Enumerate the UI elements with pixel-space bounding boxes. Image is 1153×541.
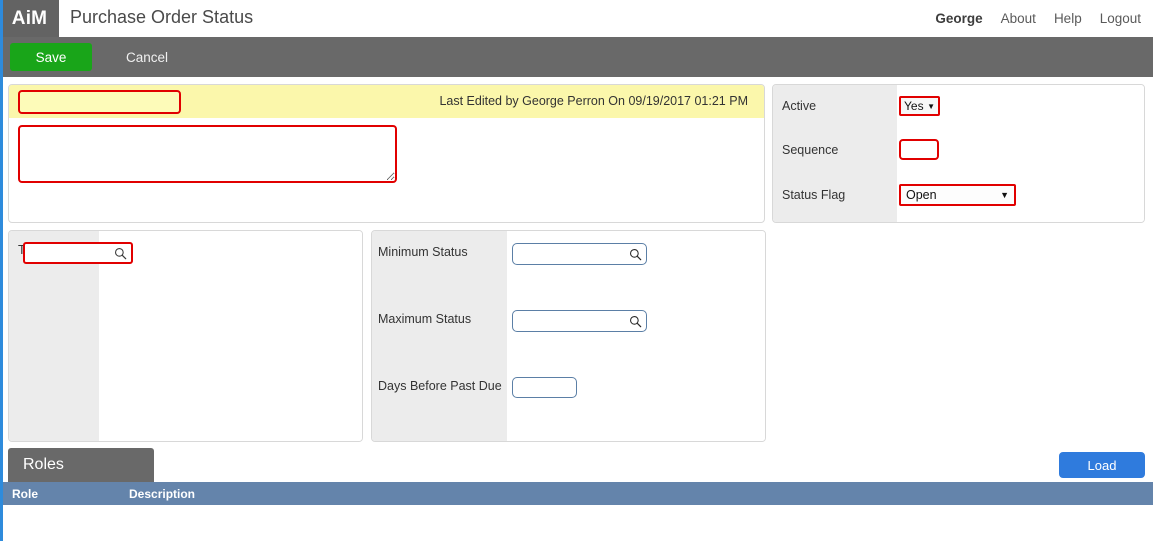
sequence-label: Sequence — [782, 143, 839, 157]
status-code-input[interactable] — [18, 90, 181, 114]
nav-user-george[interactable]: George — [935, 11, 982, 26]
search-icon[interactable] — [628, 247, 642, 261]
title-bar: AiM Purchase Order Status George About H… — [0, 0, 1153, 37]
action-toolbar: Save Cancel — [0, 37, 1153, 77]
nav-about[interactable]: About — [1001, 11, 1036, 26]
status-flag-select-value: Open — [906, 188, 937, 202]
minimum-status-label: Minimum Status — [378, 245, 468, 259]
status-flag-label: Status Flag — [782, 188, 846, 202]
type-lookup-field[interactable] — [23, 242, 133, 264]
days-before-past-due-input[interactable] — [512, 377, 577, 398]
minimum-status-lookup-field[interactable] — [512, 243, 647, 265]
roles-table-body — [0, 505, 1153, 541]
page-title: Purchase Order Status — [70, 7, 254, 27]
roles-section-label: Roles — [23, 456, 64, 473]
roles-section-tab[interactable]: Roles — [8, 448, 154, 482]
cancel-button[interactable]: Cancel — [118, 43, 176, 71]
status-label-column — [372, 231, 507, 441]
nav-logout[interactable]: Logout — [1100, 11, 1141, 26]
sequence-input[interactable] — [899, 139, 939, 160]
app-logo-text: AiM — [11, 7, 48, 29]
search-icon[interactable] — [628, 314, 642, 328]
record-header-band: Last Edited by George Perron On 09/19/20… — [9, 85, 764, 118]
nav-help[interactable]: Help — [1054, 11, 1082, 26]
active-select-value: Yes — [904, 99, 924, 113]
main-record-panel: Last Edited by George Perron On 09/19/20… — [8, 84, 765, 223]
column-header-role: Role — [12, 487, 39, 501]
left-edge-accent-strip — [0, 0, 3, 541]
chevron-down-icon: ▼ — [927, 101, 935, 111]
status-flag-select[interactable]: Open ▼ — [899, 184, 1016, 206]
top-navigation: George About Help Logout — [935, 11, 1141, 26]
last-edited-text: Last Edited by George Perron On 09/19/20… — [439, 94, 748, 108]
active-select[interactable]: Yes ▼ — [899, 96, 940, 116]
chevron-down-icon: ▼ — [1000, 190, 1009, 200]
type-field-column — [99, 231, 362, 441]
load-button[interactable]: Load — [1059, 452, 1145, 478]
roles-table-header: Role Description — [0, 482, 1153, 505]
app-logo-tab[interactable]: AiM — [0, 0, 59, 37]
application-window: AiM Purchase Order Status George About H… — [0, 0, 1153, 541]
maximum-status-lookup-field[interactable] — [512, 310, 647, 332]
maximum-status-label: Maximum Status — [378, 312, 472, 326]
search-icon[interactable] — [113, 246, 127, 260]
days-before-past-due-label: Days Before Past Due — [378, 379, 502, 393]
column-header-description: Description — [129, 487, 196, 501]
status-range-panel: Minimum Status Maximum Status Days Befor… — [371, 230, 766, 442]
save-button[interactable]: Save — [10, 43, 92, 71]
type-panel: Type — [8, 230, 363, 442]
description-textarea[interactable] — [18, 125, 397, 183]
attributes-panel: Active Yes ▼ Sequence Status Flag Open ▼ — [772, 84, 1145, 223]
active-label: Active — [782, 99, 817, 113]
